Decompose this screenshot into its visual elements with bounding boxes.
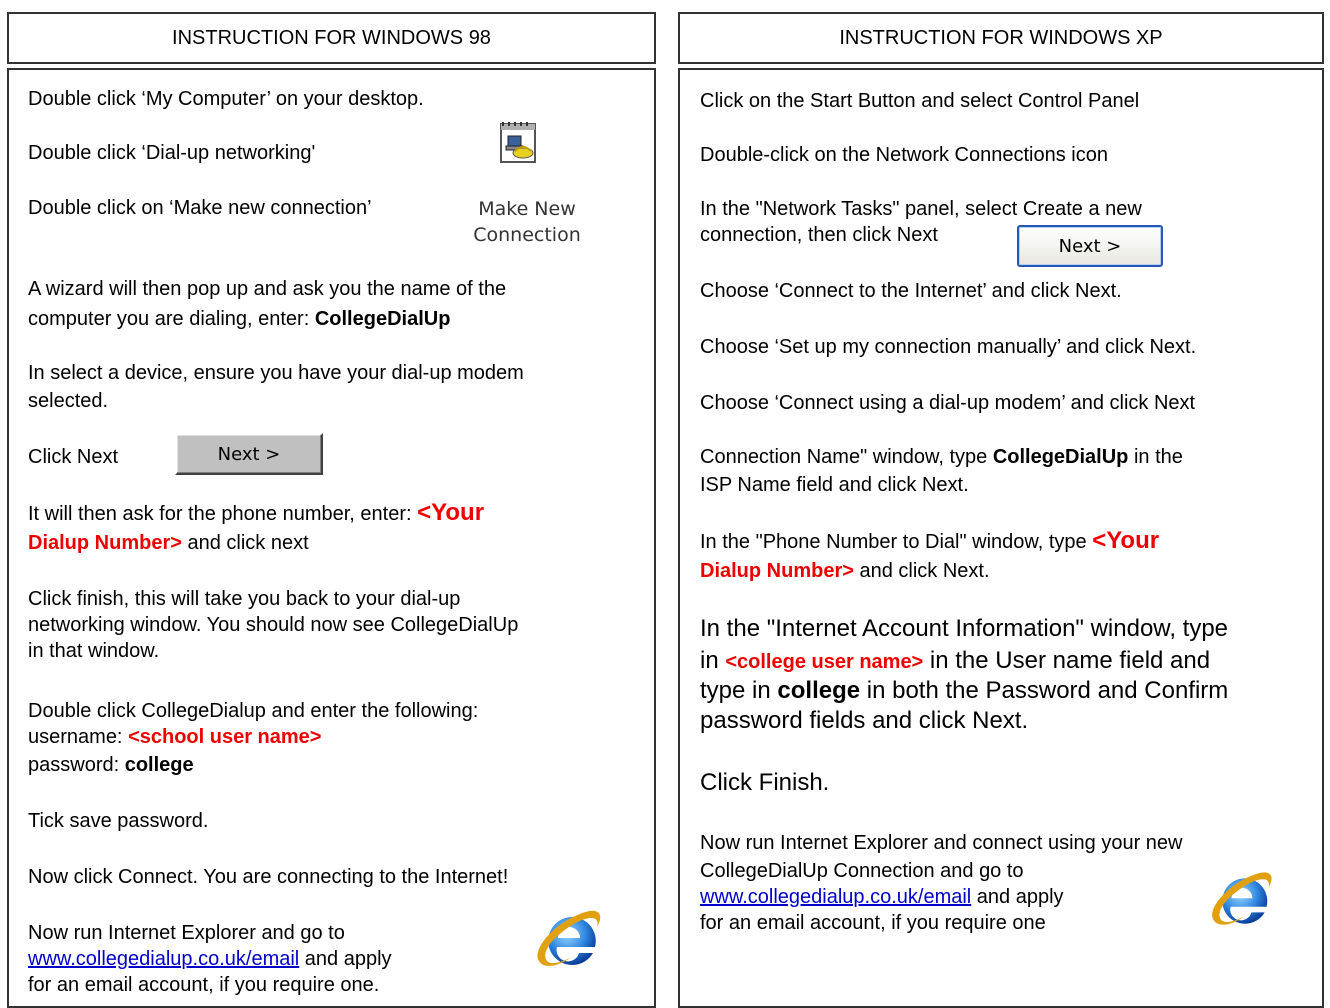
winxp-step-11-line2: CollegeDialUp Connection and go to bbox=[700, 860, 1024, 882]
winxp-step-8-line1: In the "Phone Number to Dial" window, ty… bbox=[700, 527, 1160, 554]
win98-panel: Double click ‘My Computer’ on your deskt… bbox=[7, 68, 656, 1008]
winxp-step-7-line2: ISP Name field and click Next. bbox=[700, 474, 969, 496]
win98-header-title: INSTRUCTION FOR WINDOWS 98 bbox=[172, 26, 491, 49]
win98-step-12-line1: Now run Internet Explorer and go to bbox=[28, 922, 345, 944]
win98-step-8-line2: networking window. You should now see Co… bbox=[28, 614, 519, 636]
win98-step-5-line2: selected. bbox=[28, 390, 109, 412]
win98-step-11: Now click Connect. You are connecting to… bbox=[28, 866, 509, 888]
win98-step-2: Double click ‘Dial-up networking' bbox=[28, 142, 316, 164]
win98-step-9-password: password: college bbox=[28, 754, 194, 776]
win98-next-button[interactable]: Next > bbox=[175, 433, 323, 475]
winxp-step-1: Click on the Start Button and select Con… bbox=[700, 90, 1140, 112]
winxp-header-title: INSTRUCTION FOR WINDOWS XP bbox=[839, 26, 1163, 49]
winxp-step-11-line4: for an email account, if you require one bbox=[700, 912, 1046, 934]
winxp-step-9-line4: password fields and click Next. bbox=[700, 707, 1029, 734]
win98-step-9-username: username: <school user name> bbox=[28, 726, 322, 748]
win98-step-10: Tick save password. bbox=[28, 810, 209, 832]
winxp-step-6: Choose ‘Connect using a dial-up modem’ a… bbox=[700, 392, 1196, 414]
win98-step-8-line3: in that window. bbox=[28, 640, 160, 662]
internet-explorer-icon[interactable] bbox=[531, 905, 605, 979]
win98-step-7-line2: Dialup Number> and click next bbox=[28, 532, 309, 554]
win98-step-5-line1: In select a device, ensure you have your… bbox=[28, 362, 524, 384]
win98-step-12-line3: for an email account, if you require one… bbox=[28, 974, 380, 996]
winxp-header: INSTRUCTION FOR WINDOWS XP bbox=[678, 12, 1324, 64]
win98-step-8-line1: Click finish, this will take you back to… bbox=[28, 588, 461, 610]
winxp-step-11-line1: Now run Internet Explorer and connect us… bbox=[700, 832, 1183, 854]
winxp-step-9-line1: In the "Internet Account Information" wi… bbox=[700, 615, 1229, 642]
winxp-next-button[interactable]: Next > bbox=[1017, 225, 1163, 267]
make-new-connection-icon[interactable] bbox=[497, 120, 541, 166]
win98-step-4-line2: computer you are dialing, enter: College… bbox=[28, 308, 451, 330]
win98-step-6: Click Next bbox=[28, 446, 119, 468]
winxp-step-11-line3: www.collegedialup.co.uk/email and apply bbox=[700, 886, 1064, 908]
winxp-panel: Click on the Start Button and select Con… bbox=[678, 68, 1324, 1008]
winxp-step-3-line1: In the "Network Tasks" panel, select Cre… bbox=[700, 198, 1142, 220]
internet-explorer-icon[interactable] bbox=[1206, 867, 1276, 937]
winxp-step-7-line1: Connection Name" window, type CollegeDia… bbox=[700, 446, 1183, 468]
win98-email-link[interactable]: www.collegedialup.co.uk/email bbox=[28, 948, 299, 970]
winxp-step-9-line3: type in college in both the Password and… bbox=[700, 677, 1229, 704]
winxp-step-8-line2: Dialup Number> and click Next. bbox=[700, 560, 990, 582]
make-new-connection-label: Make New Connection bbox=[473, 198, 581, 246]
winxp-step-9-line2: in <college user name> in the User name … bbox=[700, 647, 1211, 674]
winxp-step-10: Click Finish. bbox=[700, 769, 830, 796]
win98-step-1: Double click ‘My Computer’ on your deskt… bbox=[28, 88, 424, 110]
win98-step-7-line1: It will then ask for the phone number, e… bbox=[28, 499, 485, 526]
win98-step-9-line1: Double click CollegeDialup and enter the… bbox=[28, 700, 479, 722]
winxp-step-5: Choose ‘Set up my connection manually’ a… bbox=[700, 336, 1197, 358]
win98-header: INSTRUCTION FOR WINDOWS 98 bbox=[7, 12, 656, 64]
win98-step-12-line2: www.collegedialup.co.uk/email and apply bbox=[28, 948, 392, 970]
winxp-step-4: Choose ‘Connect to the Internet’ and cli… bbox=[700, 280, 1122, 302]
winxp-step-3-line2: connection, then click Next bbox=[700, 224, 938, 246]
win98-step-4-line1: A wizard will then pop up and ask you th… bbox=[28, 278, 507, 300]
winxp-email-link[interactable]: www.collegedialup.co.uk/email bbox=[700, 886, 971, 908]
win98-step-3: Double click on ‘Make new connection’ bbox=[28, 197, 372, 219]
winxp-step-2: Double-click on the Network Connections … bbox=[700, 144, 1108, 166]
